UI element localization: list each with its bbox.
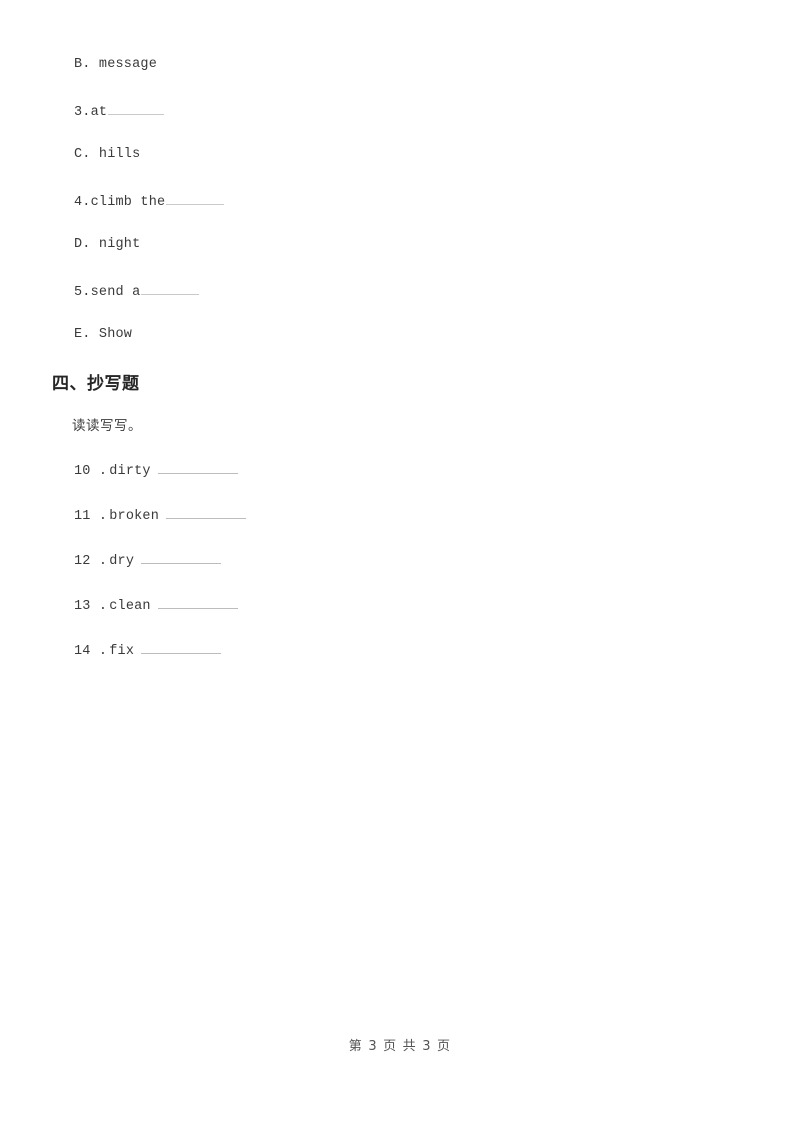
copywriting-blank[interactable] — [141, 552, 222, 564]
answer-option: E. Show — [74, 326, 132, 344]
copywriting-item: 12 . dry — [74, 552, 222, 571]
item-word: dirty — [109, 464, 151, 479]
line-text: B. message — [74, 57, 158, 72]
answer-blank[interactable] — [141, 283, 200, 295]
item-number: 14 . — [74, 644, 108, 659]
item-number: 13 . — [74, 599, 108, 614]
copywriting-blank[interactable] — [141, 642, 222, 654]
line-text: 5.send a — [74, 285, 141, 300]
copywriting-instruction: 读读写写。 — [72, 418, 142, 434]
section-heading-copywriting: 四、抄写题 — [52, 374, 140, 394]
answer-blank[interactable] — [108, 103, 165, 115]
copywriting-blank[interactable] — [157, 597, 238, 609]
copywriting-item: 11 . broken — [74, 507, 247, 526]
copywriting-item: 10 . dirty — [74, 462, 238, 481]
line-text: 3.at — [74, 105, 108, 120]
question-stem: 3.at — [74, 103, 165, 122]
line-text: C. hills — [74, 147, 141, 162]
item-word: broken — [109, 509, 160, 524]
item-word: fix — [109, 644, 135, 659]
item-number: 11 . — [74, 509, 108, 524]
question-stem: 4.climb the — [74, 193, 225, 212]
item-number: 12 . — [74, 554, 108, 569]
document-page: B. message 3.at C. hills 4.climb the D. nigh… — [0, 0, 800, 1132]
copywriting-item: 14 . fix — [74, 642, 222, 661]
line-text: D. night — [74, 237, 141, 252]
line-text: 4.climb the — [74, 195, 166, 210]
answer-option: C. hills — [74, 146, 140, 164]
item-word: dry — [109, 554, 135, 569]
answer-option: B. message — [74, 56, 157, 74]
copywriting-blank[interactable] — [157, 462, 238, 474]
answer-option: D. night — [74, 236, 140, 254]
item-word: clean — [109, 599, 151, 614]
page-footer: 第 3 页 共 3 页 — [348, 1039, 452, 1054]
line-text: E. Show — [74, 327, 133, 342]
copywriting-item: 13 . clean — [74, 597, 238, 616]
item-number: 10 . — [74, 464, 108, 479]
question-stem: 5.send a — [74, 283, 200, 302]
answer-blank[interactable] — [166, 193, 225, 205]
copywriting-blank[interactable] — [166, 507, 247, 519]
